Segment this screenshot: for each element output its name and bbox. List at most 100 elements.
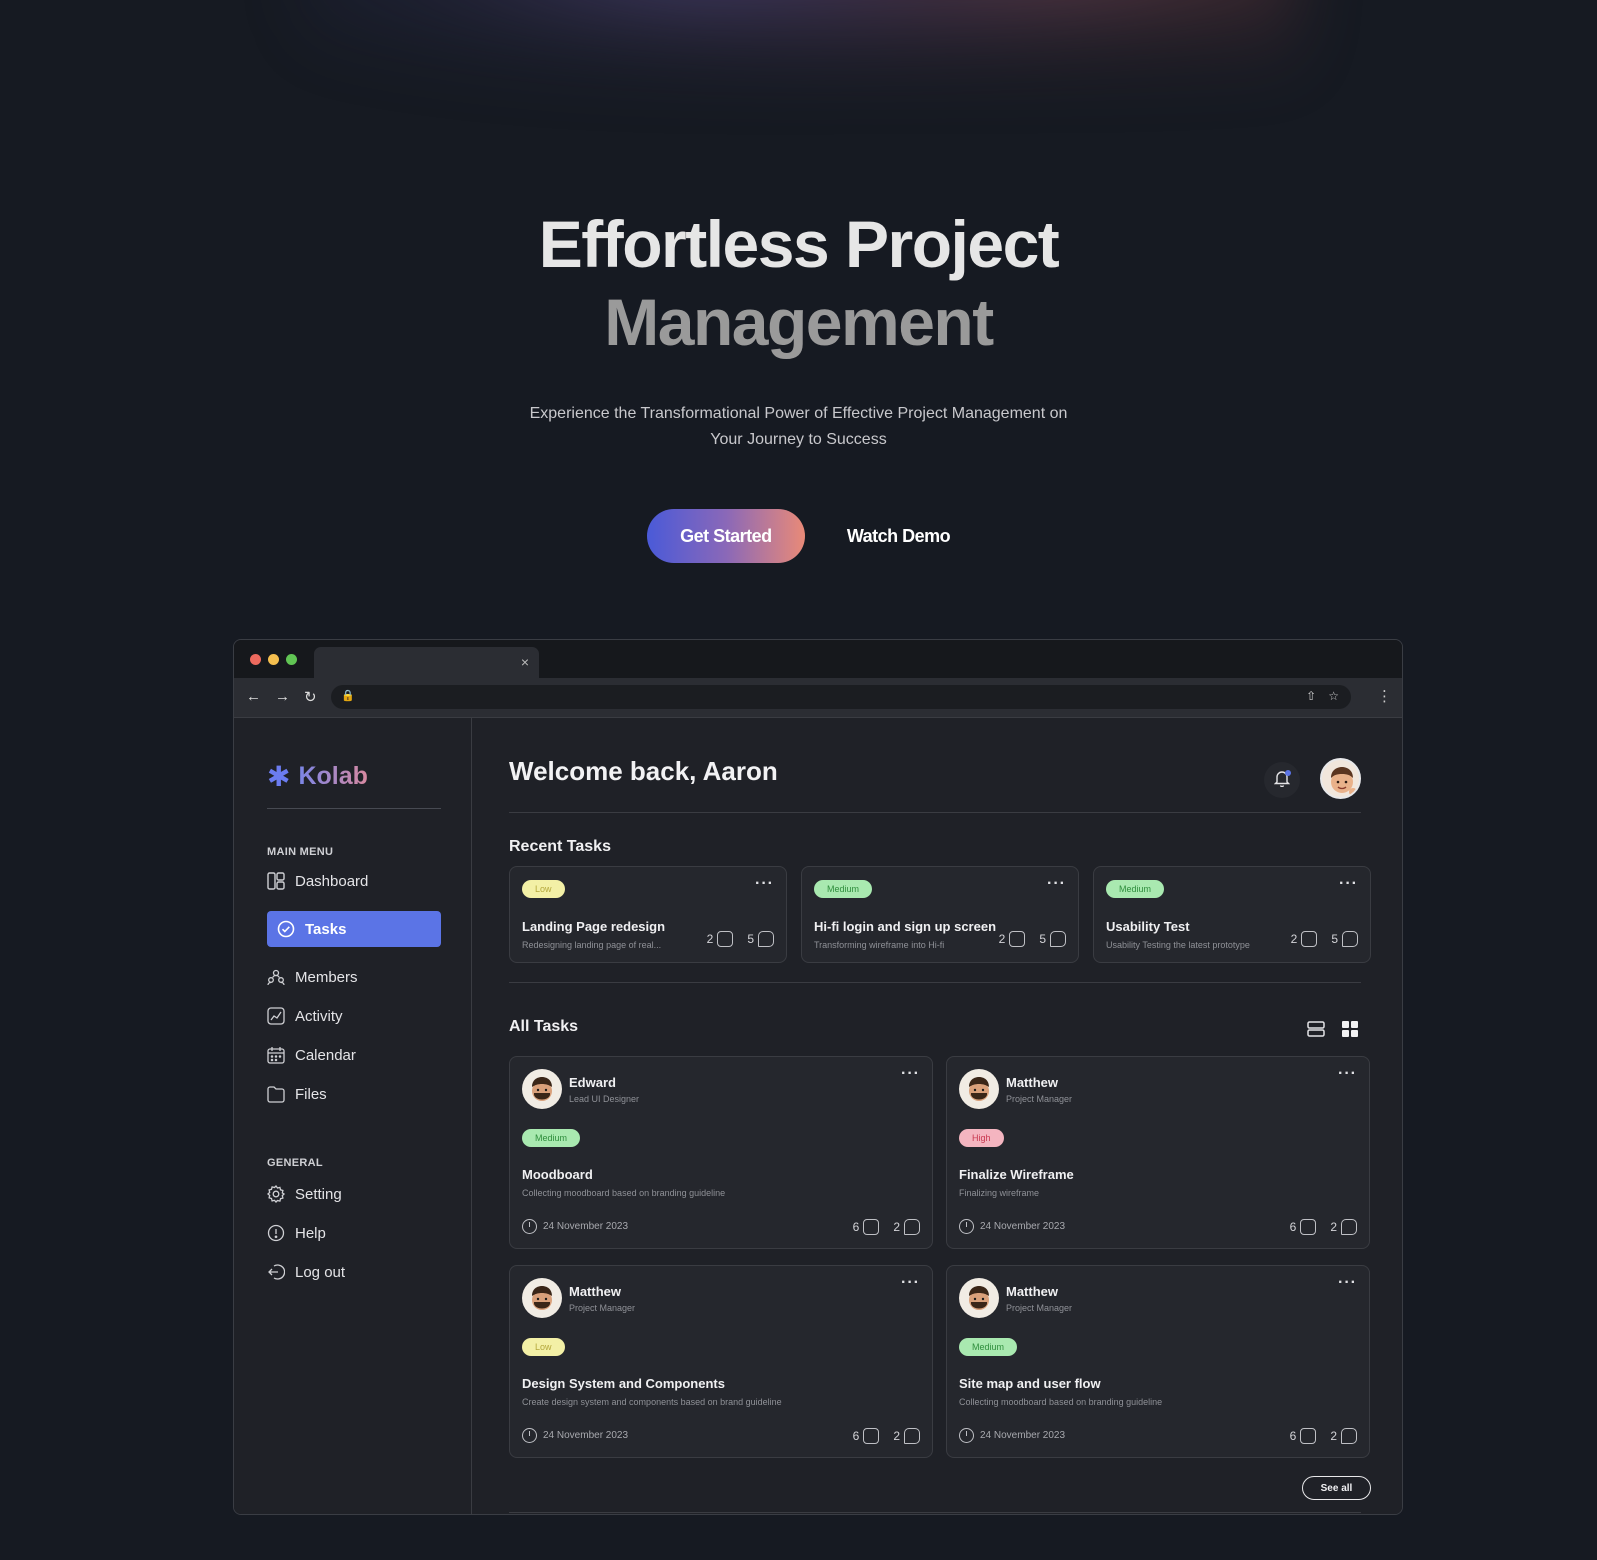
priority-badge: Medium [959, 1338, 1018, 1356]
sidebar-item-dashboard[interactable]: Dashboard [267, 863, 441, 899]
clock-icon [959, 1428, 974, 1443]
maximize-window-dot[interactable] [286, 654, 297, 665]
attachment-icon [863, 1428, 880, 1444]
task-description: Finalizing wireframe [959, 1188, 1040, 1198]
calendar-icon [267, 1046, 285, 1064]
gear-icon [267, 1185, 285, 1203]
sidebar-item-label: Members [295, 968, 358, 986]
task-counts: 6 2 [853, 1428, 920, 1444]
due-date-text: 24 November 2023 [980, 1221, 1066, 1232]
sidebar-item-logout[interactable]: Log out [267, 1254, 441, 1290]
comment-count: 2 [893, 1220, 900, 1234]
general-heading: GENERAL [267, 1157, 323, 1169]
sidebar-item-label: Files [295, 1085, 327, 1103]
comment-icon [904, 1428, 920, 1444]
hero-glow [300, 0, 1300, 100]
view-toggle [1307, 1020, 1359, 1038]
task-due-date: 24 November 2023 [959, 1219, 1065, 1234]
task-due-date: 24 November 2023 [522, 1428, 628, 1443]
section-divider [509, 982, 1361, 983]
comment-icon [1341, 1428, 1357, 1444]
browser-tab[interactable]: × [314, 647, 539, 678]
sidebar: ✱ Kolab MAIN MENU Dashboard Tasks Member… [234, 718, 472, 1514]
more-options-icon[interactable]: ··· [1339, 875, 1358, 893]
brand-logo[interactable]: ✱ Kolab [267, 762, 368, 791]
task-counts: 6 2 [1290, 1428, 1357, 1444]
attachment-icon [1301, 931, 1318, 947]
task-title: Usability Test [1106, 919, 1190, 934]
minimize-window-dot[interactable] [268, 654, 279, 665]
sidebar-item-tasks[interactable]: Tasks [267, 911, 441, 947]
files-icon [267, 1085, 285, 1103]
browser-menu-icon[interactable]: ⋮ [1377, 687, 1392, 705]
task-description: Collecting moodboard based on branding g… [522, 1188, 726, 1198]
header-divider [509, 812, 1361, 813]
welcome-heading: Welcome back, Aaron [509, 756, 778, 786]
task-card[interactable]: Matthew Project Manager ··· Medium Site … [946, 1265, 1370, 1458]
more-options-icon[interactable]: ··· [1338, 1274, 1357, 1292]
sidebar-item-label: Tasks [305, 920, 347, 938]
sidebar-item-label: Setting [295, 1185, 342, 1203]
assignee-role: Project Manager [1006, 1094, 1073, 1104]
priority-badge: High [959, 1129, 1004, 1147]
task-due-date: 24 November 2023 [522, 1219, 628, 1234]
get-started-button[interactable]: Get Started [646, 509, 805, 563]
hero-title-line2: Management [604, 285, 994, 359]
cta-group: Get Started Watch Demo [0, 509, 1597, 563]
comment-count: 2 [893, 1429, 900, 1443]
assignee-avatar [959, 1278, 999, 1318]
recent-task-card[interactable]: Medium ··· Hi-fi login and sign up scree… [801, 866, 1079, 963]
notification-dot [1285, 770, 1291, 776]
see-all-button[interactable]: See all [1302, 1476, 1371, 1500]
address-bar[interactable]: 🔒 ⇧ ☆ [331, 685, 1351, 709]
sidebar-item-files[interactable]: Files [267, 1076, 441, 1112]
attachment-icon [863, 1219, 880, 1235]
more-options-icon[interactable]: ··· [1047, 875, 1066, 893]
watch-demo-link[interactable]: Watch Demo [847, 526, 951, 547]
list-view-icon[interactable] [1307, 1020, 1325, 1038]
more-options-icon[interactable]: ··· [755, 875, 774, 893]
close-window-dot[interactable] [250, 654, 261, 665]
reload-icon[interactable]: ↻ [304, 688, 317, 706]
share-icon[interactable]: ⇧ [1306, 689, 1316, 703]
comment-count: 2 [1330, 1220, 1337, 1234]
more-options-icon[interactable]: ··· [901, 1274, 920, 1292]
task-description: Create design system and components base… [522, 1397, 782, 1407]
notifications-button[interactable] [1264, 762, 1300, 798]
star-icon[interactable]: ☆ [1328, 689, 1339, 703]
grid-view-icon[interactable] [1341, 1020, 1359, 1038]
sidebar-item-help[interactable]: Help [267, 1215, 441, 1251]
task-title: Design System and Components [522, 1376, 725, 1391]
sidebar-item-members[interactable]: Members [267, 959, 441, 995]
assignee-avatar [522, 1069, 562, 1109]
more-options-icon[interactable]: ··· [1338, 1065, 1357, 1083]
task-card[interactable]: Edward Lead UI Designer ··· Medium Moodb… [509, 1056, 933, 1249]
recent-task-card[interactable]: Low ··· Landing Page redesign Redesignin… [509, 866, 787, 963]
user-avatar[interactable] [1320, 758, 1361, 799]
clock-icon [522, 1219, 537, 1234]
assignee-avatar [959, 1069, 999, 1109]
sidebar-divider [267, 808, 441, 809]
sidebar-item-activity[interactable]: Activity [267, 998, 441, 1034]
due-date-text: 24 November 2023 [543, 1221, 629, 1232]
attachment-icon [1300, 1428, 1317, 1444]
task-due-date: 24 November 2023 [959, 1428, 1065, 1443]
recent-task-card[interactable]: Medium ··· Usability Test Usability Test… [1093, 866, 1371, 963]
activity-icon [267, 1007, 285, 1025]
task-card[interactable]: Matthew Project Manager ··· High Finaliz… [946, 1056, 1370, 1249]
more-options-icon[interactable]: ··· [901, 1065, 920, 1083]
back-arrow-icon[interactable]: ← [246, 688, 261, 706]
hero-title-line1: Effortless Project [538, 207, 1060, 281]
sidebar-item-setting[interactable]: Setting [267, 1176, 441, 1212]
hero-title: Effortless Project Management [0, 205, 1597, 361]
due-date-text: 24 November 2023 [980, 1430, 1066, 1441]
assignee-name: Matthew [1006, 1284, 1058, 1299]
forward-arrow-icon[interactable]: → [275, 688, 290, 706]
app-root: ✱ Kolab MAIN MENU Dashboard Tasks Member… [234, 718, 1402, 1514]
recent-tasks-heading: Recent Tasks [509, 838, 611, 855]
comment-icon [1050, 931, 1066, 947]
attachment-icon [717, 931, 734, 947]
task-card[interactable]: Matthew Project Manager ··· Low Design S… [509, 1265, 933, 1458]
tab-close-icon[interactable]: × [521, 654, 529, 670]
sidebar-item-calendar[interactable]: Calendar [267, 1037, 441, 1073]
